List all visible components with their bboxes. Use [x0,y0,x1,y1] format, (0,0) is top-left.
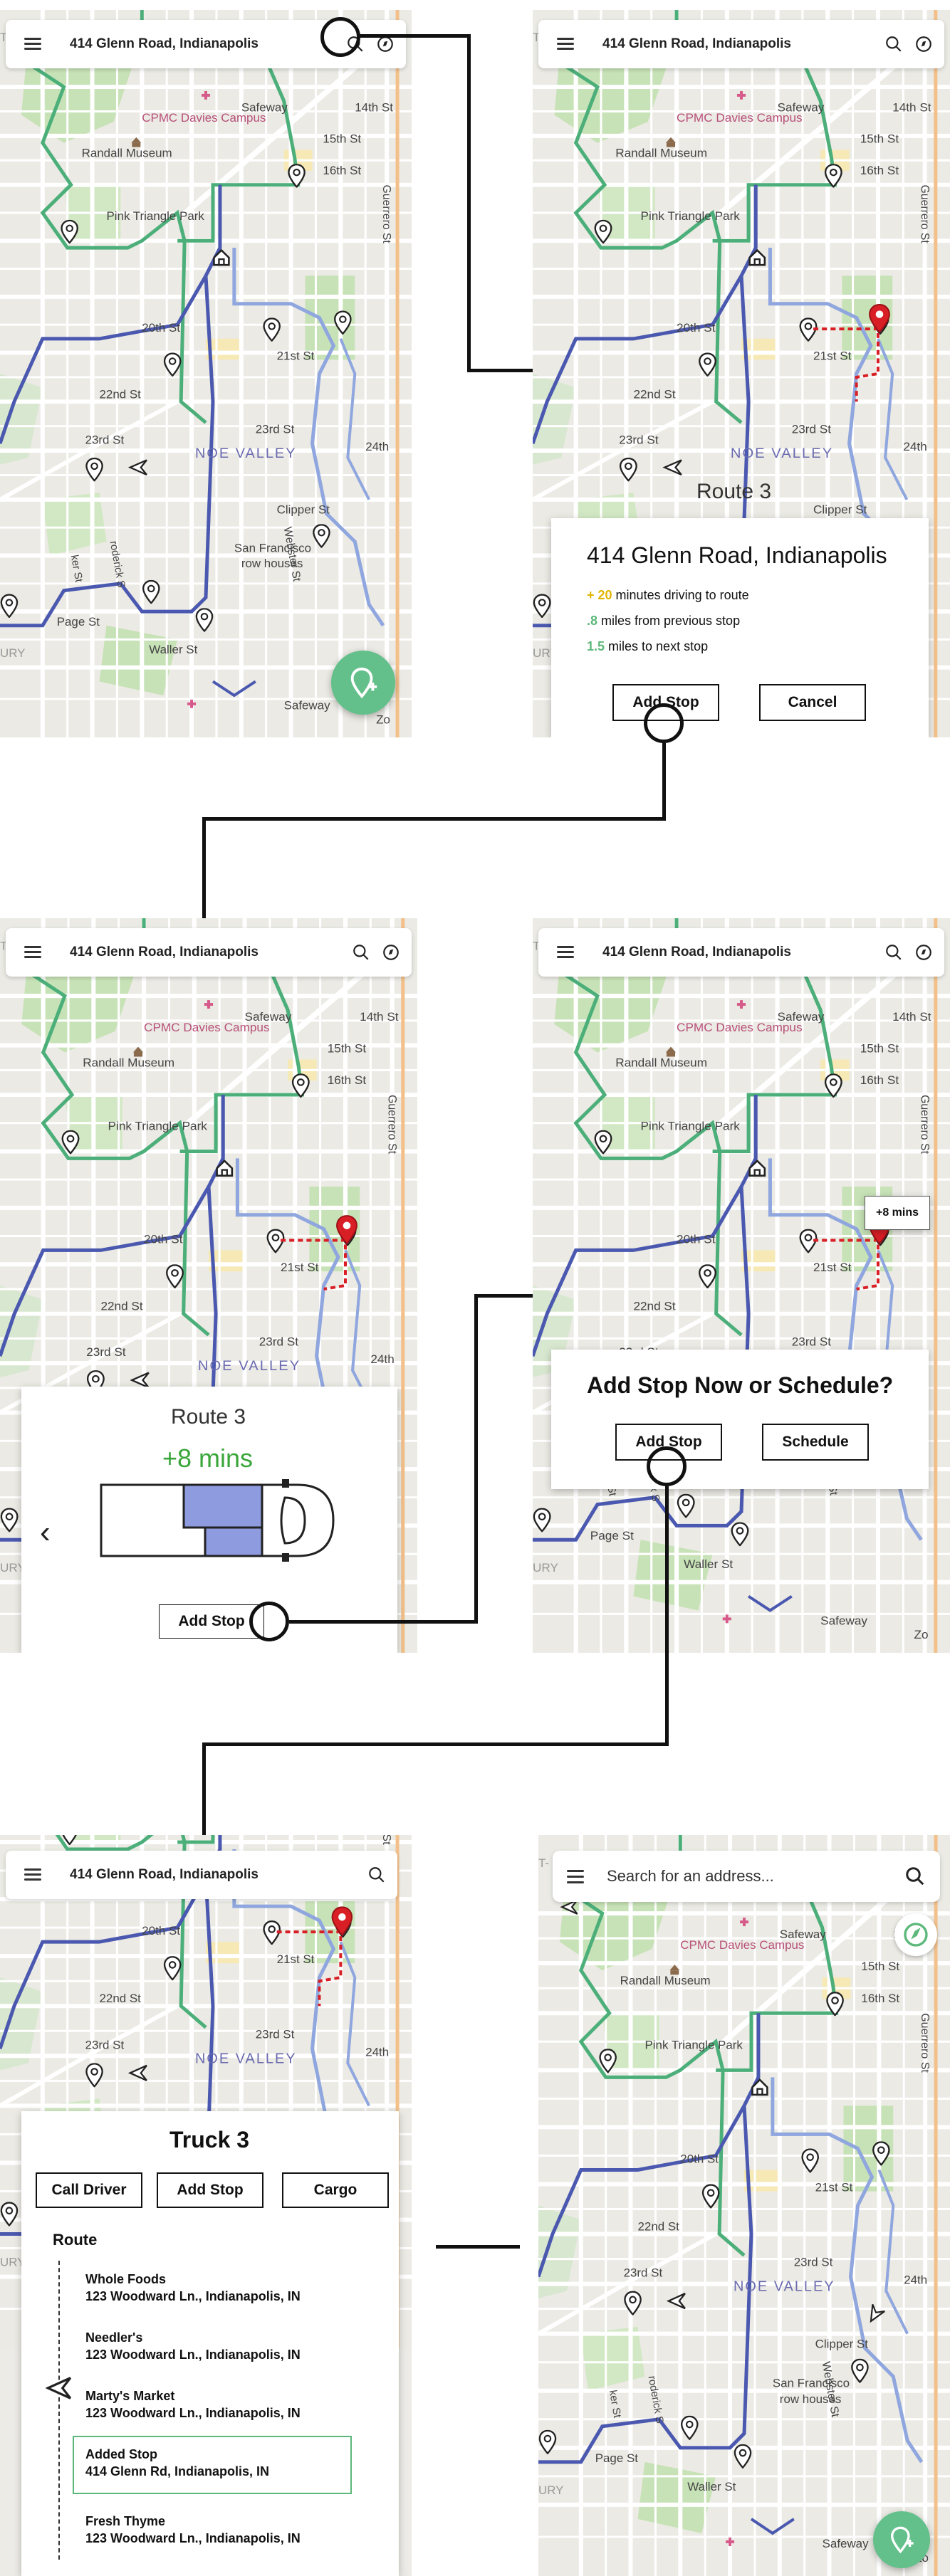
stop-name: Needler's [85,2330,143,2345]
time-delta-badge: +8 mins [865,1196,930,1230]
truck-title: Truck 3 [169,2127,250,2152]
menu-icon[interactable] [24,1868,43,1881]
schedule-prompt-card: Add Stop Now or Schedule? Add Stop Sched… [551,1350,929,1489]
add-location-icon [890,2526,914,2554]
flow-connector [202,1742,669,1746]
flow-connector [474,1294,533,1298]
add-stop-button[interactable]: Add Stop [157,2172,263,2208]
menu-icon[interactable] [24,946,43,959]
stop-name: Fresh Thyme [85,2514,166,2528]
tap-indicator [249,1602,289,1641]
flow-connector [467,369,533,372]
flow-connector [202,1742,206,1835]
screen-1-map[interactable]: 414 Glenn Road, Indianapolis [0,10,412,737]
list-item[interactable]: Fresh Thyme 123 Woodward Ln., Indianapoli… [85,2513,301,2547]
map-canvas[interactable] [533,918,950,1653]
route-heading: Route [53,2231,98,2249]
minutes-driving: + 20 minutes driving to route [587,588,749,602]
add-stop-button[interactable]: Add Stop [159,1604,264,1639]
menu-icon[interactable] [557,38,575,51]
current-address: 414 Glenn Road, Indianapolis [70,1867,259,1882]
search-icon[interactable] [367,1866,386,1884]
compass-icon[interactable] [382,943,400,962]
time-delta: +8 mins [162,1444,254,1473]
flow-connector [359,34,470,38]
flow-connector [436,2245,520,2249]
top-search-bar[interactable]: 414 Glenn Road, Indianapolis [538,20,944,68]
current-address: 414 Glenn Road, Indianapolis [70,36,259,51]
miles-from-previous: .8 miles from previous stop [587,614,741,628]
route-capacity-card: Route 3 +8 mins ‹ Add Stop [21,1387,397,1653]
current-address: 414 Glenn Road, Indianapolis [70,945,259,960]
top-search-bar[interactable]: 414 Glenn Road, Indianapolis [538,928,944,977]
chevron-left-icon[interactable]: ‹ [40,1515,51,1550]
stop-address: 123 Woodward Ln., Indianapolis, IN [85,2531,301,2545]
compass-icon[interactable] [914,35,933,53]
list-item[interactable]: Marty's Market 123 Woodward Ln., Indianap… [85,2387,301,2422]
screen-6-map[interactable]: Search for an address... [538,1835,950,2576]
flow-connector [662,743,666,820]
screen-4-map[interactable]: 414 Glenn Road, Indianapolis +8 mins Add… [533,918,950,1653]
list-item[interactable]: Whole Foods 123 Woodward Ln., Indianapoli… [85,2271,301,2305]
search-input[interactable]: Search for an address... [607,1867,904,1886]
top-search-bar[interactable]: 414 Glenn Road, Indianapolis [6,928,412,977]
stop-address: 123 Woodward Ln., Indianapolis, IN [85,2348,301,2362]
stop-name: Whole Foods [85,2272,166,2286]
flow-connector [467,34,471,372]
stop-name: Added Stop [85,2447,157,2461]
map-canvas[interactable] [538,1835,950,2576]
stop-details-card: 414 Glenn Road, Indianapolis + 20 minute… [551,518,929,737]
navigation-arrow-icon [46,2377,72,2399]
truck-icon [100,1479,335,1562]
screen-2-map[interactable]: 414 Glenn Road, Indianapolis Route 3 414… [533,10,950,737]
stop-address: 414 Glenn Rd, Indianapolis, IN [85,2464,270,2478]
tap-indicator [320,17,360,57]
screen-3-map[interactable]: 414 Glenn Road, Indianapolis Route 3 +8 … [0,918,417,1653]
route-label: Route 3 [696,480,772,503]
schedule-question: Add Stop Now or Schedule? [587,1372,894,1398]
schedule-button[interactable]: Schedule [762,1424,869,1461]
flow-connector [202,817,666,821]
flow-connector [289,1620,477,1624]
menu-icon[interactable] [24,38,43,51]
route-title: Route 3 [171,1405,246,1429]
top-search-bar[interactable]: 414 Glenn Road, Indianapolis [6,1851,397,1899]
search-icon[interactable] [352,943,370,962]
add-location-fab[interactable] [873,2511,930,2568]
tap-indicator [644,703,684,743]
menu-icon[interactable] [567,1870,585,1883]
tap-indicator [647,1446,687,1486]
call-driver-button[interactable]: Call Driver [36,2172,142,2208]
flow-connector [474,1294,478,1624]
truck-detail-card: Truck 3 Call Driver Add Stop Cargo Route… [21,2111,399,2576]
current-address: 414 Glenn Road, Indianapolis [602,945,791,960]
stop-address: 123 Woodward Ln., Indianapolis, IN [85,2289,301,2303]
compass-icon [904,1923,928,1947]
add-location-fab[interactable] [331,651,395,715]
stop-title: 414 Glenn Road, Indianapolis [587,542,887,568]
cancel-button[interactable]: Cancel [759,684,866,721]
cargo-button[interactable]: Cargo [282,2172,389,2208]
flow-connector [665,1486,669,1745]
list-item[interactable]: Added Stop 414 Glenn Rd, Indianapolis, IN [85,2446,269,2480]
map-canvas[interactable] [0,10,412,737]
menu-icon[interactable] [557,946,575,959]
list-item[interactable]: Needler's 123 Woodward Ln., Indianapolis,… [85,2329,301,2363]
address-search-bar[interactable]: Search for an address... [553,1851,940,1902]
compass-button[interactable] [894,1913,937,1956]
flow-connector [202,817,206,918]
search-icon[interactable] [884,943,903,962]
current-address: 414 Glenn Road, Indianapolis [602,36,791,51]
search-icon[interactable] [884,35,903,53]
route-timeline [58,2261,60,2560]
miles-to-next: 1.5 miles to next stop [587,639,709,653]
compass-icon[interactable] [914,943,933,962]
stop-name: Marty's Market [85,2389,175,2403]
stop-address: 123 Woodward Ln., Indianapolis, IN [85,2406,301,2420]
search-icon[interactable] [904,1866,926,1887]
screen-5-map[interactable]: 414 Glenn Road, Indianapolis Truck 3 Cal… [0,1835,412,2576]
add-location-icon [350,667,377,699]
